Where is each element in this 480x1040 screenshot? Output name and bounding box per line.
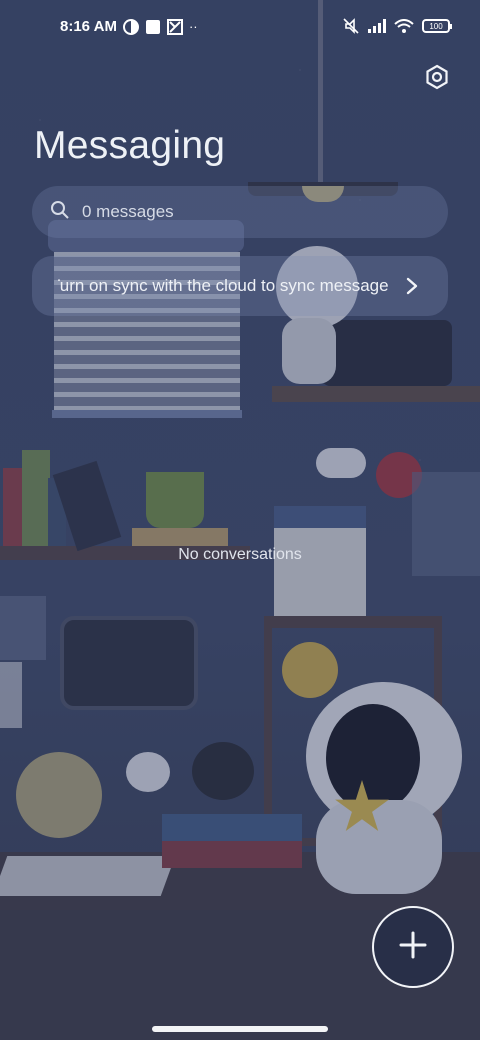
battery-level: 100 bbox=[429, 21, 443, 31]
page-title: Messaging bbox=[34, 124, 226, 167]
home-indicator[interactable] bbox=[152, 1026, 328, 1032]
new-message-button[interactable] bbox=[372, 906, 454, 988]
search-bar[interactable] bbox=[32, 186, 448, 238]
chevron-right-icon[interactable] bbox=[398, 272, 426, 300]
puzzle-notification-icon bbox=[166, 18, 183, 35]
contrast-icon bbox=[122, 18, 139, 35]
status-bar-right: 100 bbox=[342, 18, 452, 34]
search-input[interactable] bbox=[82, 202, 402, 222]
sync-banner-text: Turn on sync with the cloud to sync mess… bbox=[58, 276, 388, 295]
signal-icon bbox=[368, 19, 386, 33]
settings-button[interactable] bbox=[420, 62, 454, 96]
wifi-icon bbox=[394, 19, 414, 33]
empty-conversations-text: No conversations bbox=[178, 546, 302, 563]
status-bar-left: 8:16 AM ·· bbox=[60, 18, 198, 35]
settings-hexagon-icon bbox=[424, 64, 450, 95]
plus-icon bbox=[398, 930, 428, 965]
battery-icon: 100 bbox=[422, 19, 452, 33]
sync-banner[interactable]: Turn on sync with the cloud to sync mess… bbox=[32, 256, 448, 316]
status-bar: 8:16 AM ·· 100 bbox=[0, 0, 480, 56]
square-notification-icon bbox=[145, 19, 161, 35]
status-time: 8:16 AM bbox=[60, 18, 117, 35]
more-dots-icon: ·· bbox=[188, 19, 198, 34]
mute-icon bbox=[342, 18, 360, 34]
search-icon bbox=[50, 200, 70, 225]
